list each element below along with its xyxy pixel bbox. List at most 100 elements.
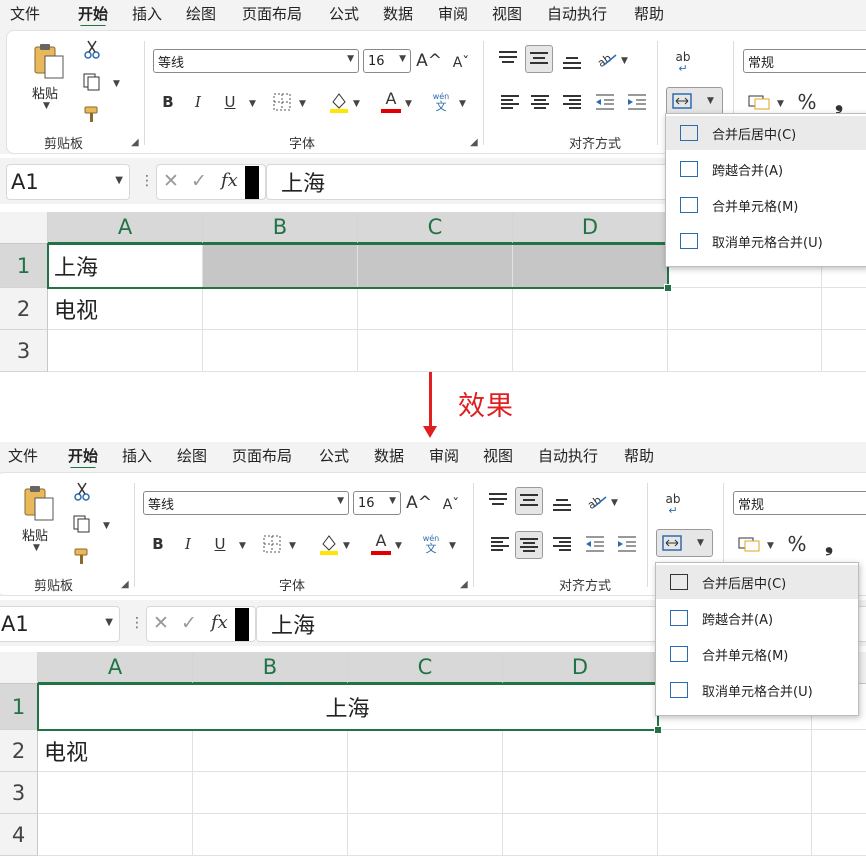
formula-bar-grip-icon[interactable]: ⋮ <box>140 173 154 189</box>
borders-icon[interactable] <box>271 91 293 113</box>
align-top-icon[interactable] <box>489 493 507 507</box>
shrink-font-icon[interactable]: Aˇ <box>449 51 473 75</box>
number-format-select[interactable]: 常规 <box>733 491 866 515</box>
tab-file[interactable]: 文件 <box>10 3 40 24</box>
borders-icon[interactable] <box>261 533 283 555</box>
accounting-format-icon[interactable] <box>737 533 761 555</box>
column-header-c[interactable]: C <box>348 652 503 684</box>
orientation-icon[interactable]: ab <box>595 47 619 71</box>
accounting-format-icon[interactable] <box>747 91 771 113</box>
tab-help[interactable]: 帮助 <box>634 3 664 24</box>
format-painter-icon[interactable] <box>71 545 93 567</box>
tab-automate[interactable]: 自动执行 <box>538 445 598 466</box>
column-header-a[interactable]: A <box>48 212 203 244</box>
align-right-icon[interactable] <box>553 537 571 551</box>
row-header-4[interactable]: 4 <box>0 814 38 856</box>
cell-a2[interactable]: 电视 <box>38 730 193 772</box>
bold-button[interactable]: B <box>147 533 169 555</box>
column-header-d[interactable]: D <box>513 212 668 244</box>
copy-icon[interactable] <box>71 513 93 535</box>
cell-f3[interactable] <box>812 772 866 814</box>
copy-dropdown-icon[interactable]: ▼ <box>113 79 120 89</box>
enter-icon[interactable]: ✓ <box>181 612 197 634</box>
fill-color-icon[interactable] <box>327 89 351 115</box>
cell-e2[interactable] <box>668 288 822 330</box>
cell-f4[interactable] <box>812 814 866 856</box>
font-color-icon[interactable]: A <box>379 89 403 115</box>
italic-button[interactable]: I <box>187 91 209 113</box>
tab-review[interactable]: 审阅 <box>438 3 468 24</box>
menu-item-merge-cells[interactable]: 合并单元格(M) <box>666 188 866 222</box>
tab-view[interactable]: 视图 <box>483 445 513 466</box>
shrink-font-icon[interactable]: Aˇ <box>439 493 463 517</box>
cut-icon[interactable] <box>81 39 103 61</box>
font-name-select[interactable]: 等线 ▼ <box>143 491 349 515</box>
font-launcher-icon[interactable]: ◢ <box>470 137 478 148</box>
cancel-icon[interactable]: ✕ <box>153 612 169 634</box>
align-left-icon[interactable] <box>491 537 509 551</box>
merge-center-button[interactable]: ▼ <box>666 87 723 115</box>
enter-icon[interactable]: ✓ <box>191 170 207 192</box>
underline-button[interactable]: U <box>209 533 231 555</box>
cell-b2[interactable] <box>203 288 358 330</box>
grow-font-icon[interactable]: A^ <box>416 49 442 73</box>
row-header-3[interactable]: 3 <box>0 772 38 814</box>
column-header-b[interactable]: B <box>203 212 358 244</box>
tab-home[interactable]: 开始 <box>78 3 108 28</box>
menu-item-merge-cells[interactable]: 合并单元格(M) <box>656 637 858 671</box>
tab-formulas[interactable]: 公式 <box>329 3 359 24</box>
cut-icon[interactable] <box>71 481 93 503</box>
fill-color-dropdown-icon[interactable]: ▼ <box>353 99 360 109</box>
paste-dropdown-icon[interactable]: ▼ <box>43 101 50 111</box>
cell-b2[interactable] <box>193 730 348 772</box>
phonetic-guide-icon[interactable]: wén 文 <box>417 531 445 557</box>
increase-indent-icon[interactable] <box>625 91 649 113</box>
align-top-icon[interactable] <box>499 51 517 65</box>
cell-e3[interactable] <box>668 330 822 372</box>
copy-icon[interactable] <box>81 71 103 93</box>
underline-dropdown-icon[interactable]: ▼ <box>249 99 256 109</box>
fill-handle[interactable] <box>654 726 662 734</box>
orientation-dropdown-icon[interactable]: ▼ <box>611 498 618 508</box>
tab-formulas[interactable]: 公式 <box>319 445 349 466</box>
tab-review[interactable]: 审阅 <box>429 445 459 466</box>
cell-c2[interactable] <box>348 730 503 772</box>
font-color-dropdown-icon[interactable]: ▼ <box>395 541 402 551</box>
tab-page-layout[interactable]: 页面布局 <box>232 445 292 466</box>
fill-color-dropdown-icon[interactable]: ▼ <box>343 541 350 551</box>
column-header-a[interactable]: A <box>38 652 193 684</box>
paste-icon[interactable] <box>31 41 67 81</box>
decrease-indent-icon[interactable] <box>583 533 607 555</box>
tab-page-layout[interactable]: 页面布局 <box>242 3 302 24</box>
decrease-indent-icon[interactable] <box>593 91 617 113</box>
percent-style-button[interactable]: % <box>795 89 819 115</box>
font-color-dropdown-icon[interactable]: ▼ <box>405 99 412 109</box>
cell-c2[interactable] <box>358 288 513 330</box>
align-center-button[interactable] <box>515 531 543 559</box>
underline-button[interactable]: U <box>219 91 241 113</box>
name-box[interactable]: A1 ▼ <box>6 164 130 200</box>
wrap-text-icon[interactable]: ab ↵ <box>671 49 695 75</box>
tab-home[interactable]: 开始 <box>68 445 98 470</box>
cell-e2[interactable] <box>658 730 812 772</box>
fill-color-icon[interactable] <box>317 531 341 557</box>
align-center-icon[interactable] <box>531 95 549 109</box>
menu-item-unmerge-cells[interactable]: 取消单元格合并(U) <box>666 224 866 258</box>
font-size-select[interactable]: 16 ▼ <box>363 49 411 73</box>
borders-dropdown-icon[interactable]: ▼ <box>299 99 306 109</box>
font-size-select[interactable]: 16 ▼ <box>353 491 401 515</box>
percent-style-button[interactable]: % <box>785 531 809 557</box>
column-header-b[interactable]: B <box>193 652 348 684</box>
column-header-d[interactable]: D <box>503 652 658 684</box>
row-header-2[interactable]: 2 <box>0 730 38 772</box>
cell-d4[interactable] <box>503 814 658 856</box>
column-header-c[interactable]: C <box>358 212 513 244</box>
align-left-icon[interactable] <box>501 95 519 109</box>
align-right-icon[interactable] <box>563 95 581 109</box>
cell-d2[interactable] <box>513 288 668 330</box>
formula-bar-grip-icon[interactable]: ⋮ <box>130 615 144 631</box>
copy-dropdown-icon[interactable]: ▼ <box>103 521 110 531</box>
menu-item-merge-center[interactable]: 合并后居中(C) <box>656 565 858 599</box>
font-color-icon[interactable]: A <box>369 531 393 557</box>
paste-dropdown-icon[interactable]: ▼ <box>33 543 40 553</box>
